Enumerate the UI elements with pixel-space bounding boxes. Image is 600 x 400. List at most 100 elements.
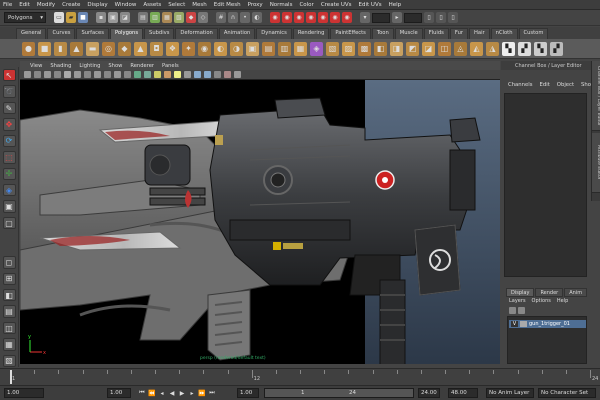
menu-modify[interactable]: Modify [37,2,55,8]
select-object-icon[interactable]: ▣ [108,12,118,23]
input-line-field[interactable] [372,12,390,23]
play-forward-icon[interactable]: ▶ [178,389,186,397]
smooth-icon[interactable]: ◉ [198,41,211,56]
output-icon[interactable]: ◉ [294,12,304,23]
panel-menu-panels[interactable]: Panels [162,63,179,69]
mask-icon-5[interactable]: ◆ [186,12,196,23]
layout-outliner-icon[interactable]: ▤ [2,305,16,318]
layer-type-icon[interactable] [520,321,527,327]
shelf-tab-animation[interactable]: Animation [218,28,256,39]
layer-menu-layers[interactable]: Layers [509,298,526,306]
step-forward-icon[interactable]: ⏩ [198,389,206,397]
safe-title-icon[interactable] [124,71,131,78]
menu-normals[interactable]: Normals [270,2,293,8]
current-time-field[interactable]: 1.00 [107,388,131,398]
layer-tab-anim[interactable]: Anim [564,288,588,297]
shelf-tab-curves[interactable]: Curves [47,28,76,39]
xray-joints-icon[interactable] [204,71,211,78]
default-light-icon[interactable] [154,71,161,78]
new-layer-icon[interactable] [509,307,516,314]
open-scene-icon[interactable]: ▰ [66,12,76,23]
checker-icon[interactable]: ▚ [502,41,515,56]
tab-channel-box[interactable]: Channel Box / Layer Editor [592,61,600,131]
film-gate-icon[interactable] [74,71,81,78]
shelf-tab-fur[interactable]: Fur [449,28,468,39]
snap-point-icon[interactable]: • [240,12,250,23]
shelf-tab-dynamics[interactable]: Dynamics [256,28,292,39]
start-time-field[interactable]: 1.00 [4,388,44,398]
menu-create-uvs[interactable]: Create UVs [321,2,352,8]
time-slider[interactable]: 1 12 24 [0,368,600,385]
character-set-dropdown[interactable]: No Character Set [538,388,596,398]
quick-select-field[interactable] [404,12,422,23]
shelf-tab-hair[interactable]: Hair [469,28,490,39]
use-lights-icon[interactable] [174,71,181,78]
camera-attr-icon[interactable] [34,71,41,78]
snap-grid-icon[interactable]: # [216,12,226,23]
shelf-tab-general[interactable]: General [16,28,47,39]
poly-cylinder-icon[interactable]: ▮ [54,41,67,56]
camera-select-icon[interactable] [24,71,31,78]
mask-icon[interactable]: ▤ [138,12,148,23]
shader-icon[interactable]: ◈ [310,41,323,56]
mask-icon-2[interactable]: ▥ [150,12,160,23]
menu-edit-uvs[interactable]: Edit UVs [359,2,382,8]
smooth-shade-icon[interactable] [144,71,151,78]
offset-loop-icon[interactable]: ◩ [406,41,419,56]
rotate-tool-icon[interactable]: ⟳ [2,134,16,148]
panel-menu-show[interactable]: Show [108,63,122,69]
shelf-tab-surfaces[interactable]: Surfaces [76,28,109,39]
shelf-tab-polygons[interactable]: Polygons [109,28,144,39]
cut-faces-icon[interactable]: ▧ [326,41,339,56]
menu-color[interactable]: Color [299,2,313,8]
shelf-tab-deformation[interactable]: Deformation [175,28,218,39]
shadows-icon[interactable] [184,71,191,78]
channel-menu-channels[interactable]: Channels [508,82,533,88]
perspective-viewport[interactable]: x y persp (rendered/default text) [20,80,500,364]
menu-select[interactable]: Select [168,2,185,8]
universal-manip-icon[interactable]: ✢ [2,167,16,180]
checker-icon-3[interactable]: ▚ [534,41,547,56]
paint-select-icon[interactable]: ✎ [2,101,16,115]
uv-editor-icon[interactable]: ◮ [486,41,499,56]
wire-on-shaded-icon[interactable] [214,71,221,78]
menu-set-dropdown[interactable]: Polygons ▾ [4,12,46,23]
merge-icon[interactable]: ▩ [358,41,371,56]
construction-icon[interactable]: ◉ [306,12,316,23]
planar-map-icon[interactable]: ◪ [422,41,435,56]
poly-prism-icon[interactable]: ◆ [118,41,131,56]
menu-window[interactable]: Window [115,2,137,8]
layout-four-icon[interactable]: ⊞ [2,272,16,285]
lasso-tool-icon[interactable]: ➰ [2,85,16,98]
menu-proxy[interactable]: Proxy [248,2,263,8]
checker-icon-4[interactable]: ▞ [550,41,563,56]
channel-menu-edit[interactable]: Edit [540,82,550,88]
input-field-icon[interactable]: ▾ [360,12,370,23]
gate-mask-icon[interactable] [94,71,101,78]
safe-action-icon[interactable] [114,71,121,78]
poly-sphere-icon[interactable]: ● [22,41,35,56]
combine-icon[interactable]: ❖ [166,41,179,56]
boolean-icon[interactable]: ◐ [214,41,227,56]
layer-menu-help[interactable]: Help [557,298,568,306]
shelf-tab-fluids[interactable]: Fluids [423,28,449,39]
scale-tool-icon[interactable]: ⬚ [2,151,16,164]
new-layer-selected-icon[interactable] [518,307,525,314]
isolate-select-icon[interactable] [224,71,231,78]
shelf-tab-rendering[interactable]: Rendering [292,28,330,39]
shelf-tab-toon[interactable]: Toon [371,28,394,39]
xray-icon[interactable] [194,71,201,78]
snap-plane-icon[interactable]: ◐ [252,12,262,23]
toggle-panel-icon-2[interactable]: ▯ [436,12,446,23]
poly-cube-icon[interactable]: ■ [38,41,51,56]
anim-layer-dropdown[interactable]: No Anim Layer [486,388,534,398]
new-scene-icon[interactable]: ▭ [54,12,64,23]
layer-menu-options[interactable]: Options [532,298,551,306]
layout-hypershade-icon[interactable]: ▦ [2,338,16,351]
menu-display[interactable]: Display [87,2,107,8]
shelf-tab-subdivs[interactable]: Subdivs [144,28,175,39]
layer-row[interactable]: V gun_1trigger_01 [509,320,586,328]
current-frame-marker[interactable] [10,370,12,384]
bevel-icon[interactable]: ▨ [342,41,355,56]
auto-map-icon[interactable]: ◭ [470,41,483,56]
